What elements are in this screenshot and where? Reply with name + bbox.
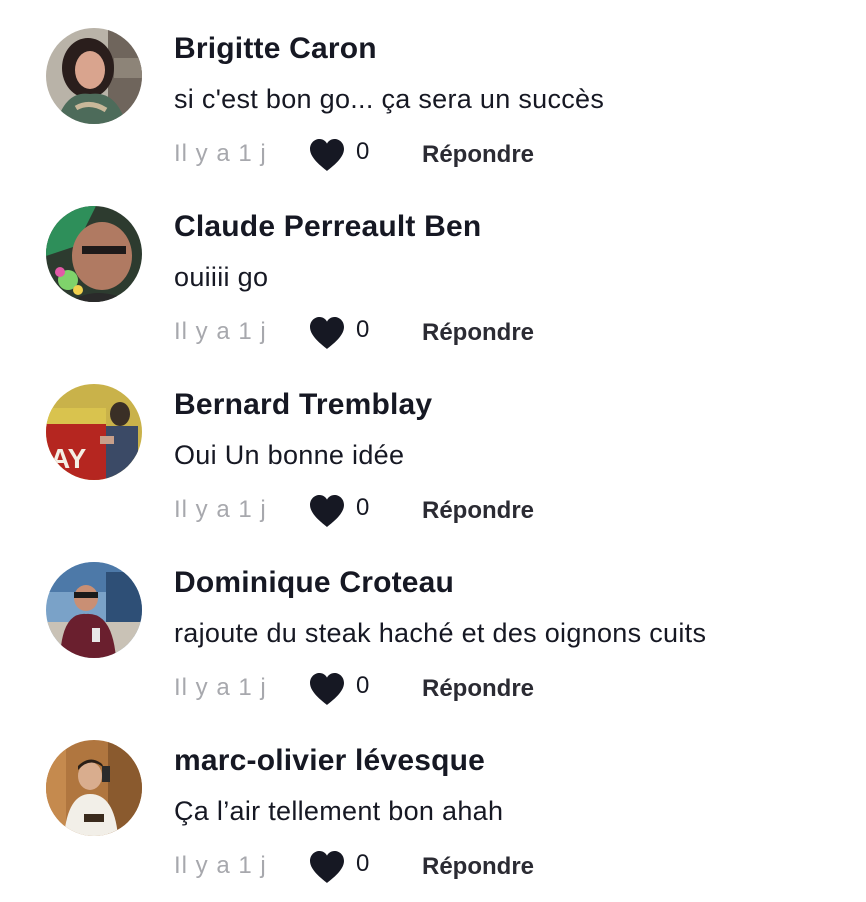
comment-item: Claude Perreault Ben ouiiii go Il y a 1 … <box>0 178 866 356</box>
like-count: 0 <box>356 672 370 699</box>
heart-icon <box>310 851 344 883</box>
comment-meta: Il y a 1 j 0 Répondre <box>174 850 674 884</box>
comment-text: si c'est bon go... ça sera un succès <box>174 84 605 114</box>
comment-text: Ça l’air tellement bon ahah <box>174 796 504 826</box>
comment-text: ouiiii go <box>174 262 269 292</box>
like-count: 0 <box>356 316 370 343</box>
heart-icon <box>310 495 344 527</box>
like-button[interactable]: 0 <box>308 138 388 172</box>
heart-icon <box>310 139 344 171</box>
comment-list: Brigitte Caron si c'est bon go... ça ser… <box>0 0 866 902</box>
avatar[interactable] <box>46 562 142 658</box>
comment-item: Brigitte Caron si c'est bon go... ça ser… <box>0 0 866 178</box>
comment-item: marc-olivier lévesque Ça l’air tellement… <box>0 712 866 890</box>
reply-button[interactable]: Répondre <box>422 853 534 881</box>
comment-time: Il y a 1 j <box>174 318 267 345</box>
reply-button[interactable]: Répondre <box>422 319 534 347</box>
comment-meta: Il y a 1 j 0 Répondre <box>174 138 674 172</box>
reply-button[interactable]: Répondre <box>422 497 534 525</box>
comment-time: Il y a 1 j <box>174 140 267 167</box>
comment-author[interactable]: Brigitte Caron <box>174 32 377 66</box>
comment-meta: Il y a 1 j 0 Répondre <box>174 316 674 350</box>
avatar[interactable] <box>46 740 142 836</box>
like-count: 0 <box>356 494 370 521</box>
svg-text:AY: AY <box>50 443 87 474</box>
like-button[interactable]: 0 <box>308 850 388 884</box>
like-count: 0 <box>356 850 370 877</box>
comment-item: Dominique Croteau rajoute du steak haché… <box>0 534 866 712</box>
like-button[interactable]: 0 <box>308 316 388 350</box>
comment-text: rajoute du steak haché et des oignons cu… <box>174 618 707 648</box>
reply-button[interactable]: Répondre <box>422 141 534 169</box>
avatar[interactable] <box>46 28 142 124</box>
comment-time: Il y a 1 j <box>174 852 267 879</box>
comment-meta: Il y a 1 j 0 Répondre <box>174 672 674 706</box>
reply-button[interactable]: Répondre <box>422 675 534 703</box>
like-button[interactable]: 0 <box>308 494 388 528</box>
like-count: 0 <box>356 138 370 165</box>
avatar[interactable]: AY <box>46 384 142 480</box>
comment-text: Oui Un bonne idée <box>174 440 405 470</box>
comment-author[interactable]: Claude Perreault Ben <box>174 210 481 244</box>
comment-author[interactable]: Bernard Tremblay <box>174 388 432 422</box>
comment-time: Il y a 1 j <box>174 496 267 523</box>
comment-author[interactable]: Dominique Croteau <box>174 566 454 600</box>
comment-item: AY Bernard Tremblay Oui Un bonne idée Il… <box>0 356 866 534</box>
comment-meta: Il y a 1 j 0 Répondre <box>174 494 674 528</box>
comment-author[interactable]: marc-olivier lévesque <box>174 744 485 778</box>
heart-icon <box>310 673 344 705</box>
like-button[interactable]: 0 <box>308 672 388 706</box>
comment-time: Il y a 1 j <box>174 674 267 701</box>
avatar[interactable] <box>46 206 142 302</box>
heart-icon <box>310 317 344 349</box>
